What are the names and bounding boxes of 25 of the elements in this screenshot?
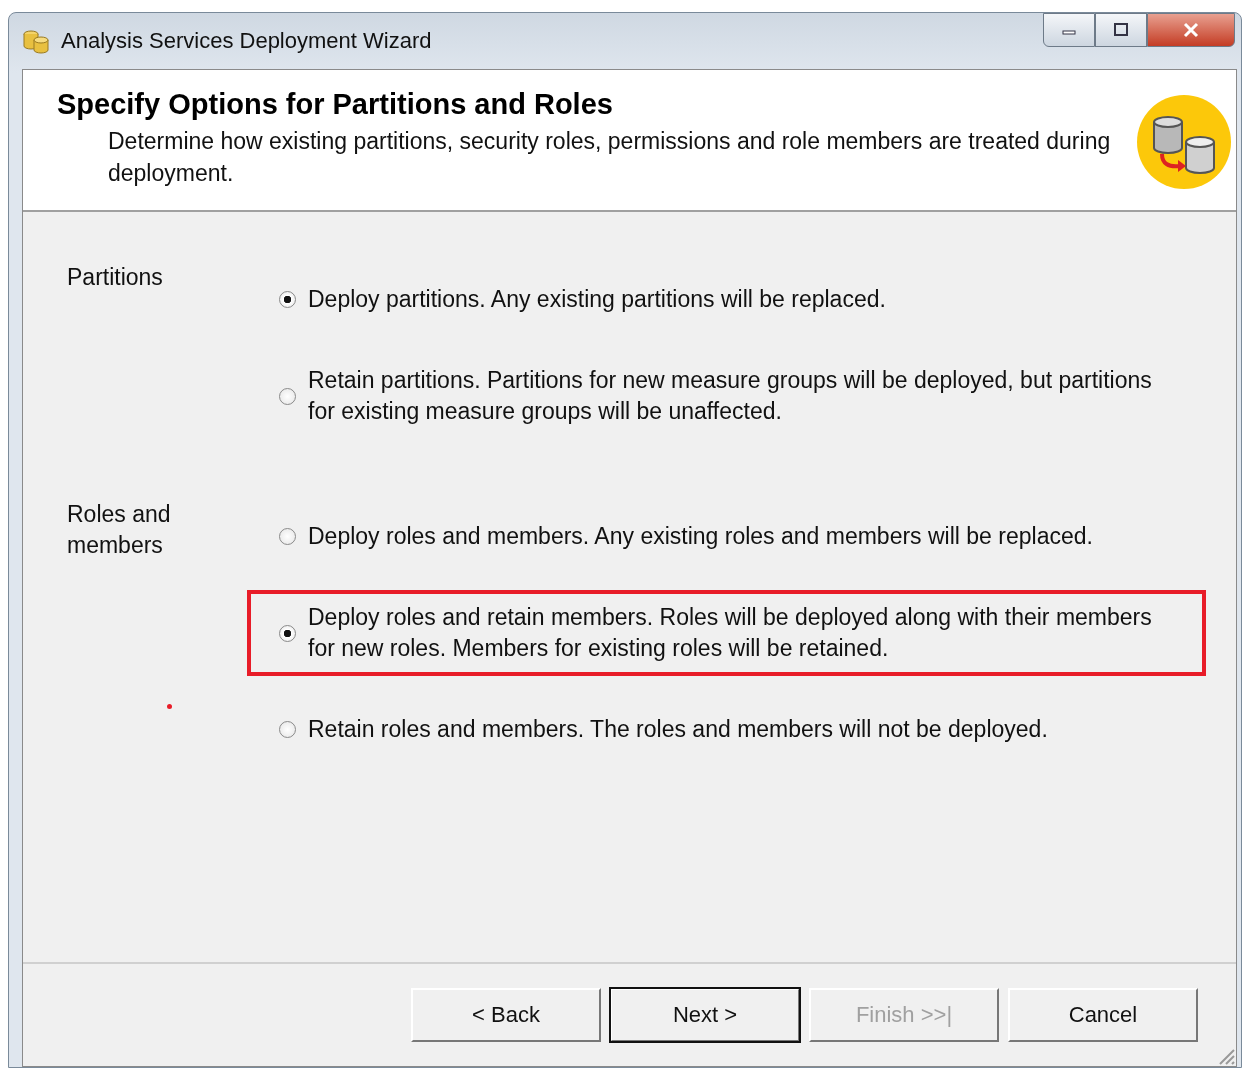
close-icon: [1181, 22, 1201, 38]
option-label[interactable]: Deploy partitions. Any existing partitions will be replaced.: [308, 284, 886, 315]
maximize-button[interactable]: [1095, 13, 1147, 47]
option-label[interactable]: Retain partitions. Partitions for new measure groups will be deployed, but partitions for existing measure groups will be unaffected.: [308, 365, 1182, 427]
group-label: Roles and members: [67, 500, 172, 560]
option-label[interactable]: Deploy roles and members. Any existing roles and members will be replaced.: [308, 521, 1093, 552]
wizard-button[interactable]: < Back: [411, 988, 601, 1042]
maximize-icon: [1111, 22, 1131, 38]
minimize-button[interactable]: [1043, 13, 1095, 47]
page-title: Specify Options for Partitions and Roles: [57, 88, 614, 121]
wizard-button[interactable]: Cancel: [1008, 988, 1198, 1042]
stray-dot: [167, 704, 172, 709]
radio-button[interactable]: [279, 624, 296, 642]
radio-button[interactable]: [279, 721, 296, 738]
database-sync-icon: [1136, 94, 1232, 190]
option-label[interactable]: Deploy roles and retain members. Roles will be deployed along with their members for new roles. Members for existing roles will be retained.: [308, 602, 1182, 664]
close-button[interactable]: [1147, 13, 1235, 47]
radio-button[interactable]: [279, 528, 296, 545]
option-label[interactable]: Retain roles and members. The roles and members will not be deployed.: [308, 714, 1048, 745]
page-description: Determine how existing partitions, security roles, permissions and role members are treated during deployment.: [108, 127, 1112, 188]
radio-button[interactable]: [279, 387, 296, 405]
radio-button[interactable]: [279, 291, 296, 308]
window-title: Analysis Services Deployment Wizard: [61, 28, 432, 54]
group-label: Partitions: [67, 263, 164, 292]
wizard-button[interactable]: Next >: [610, 988, 800, 1042]
